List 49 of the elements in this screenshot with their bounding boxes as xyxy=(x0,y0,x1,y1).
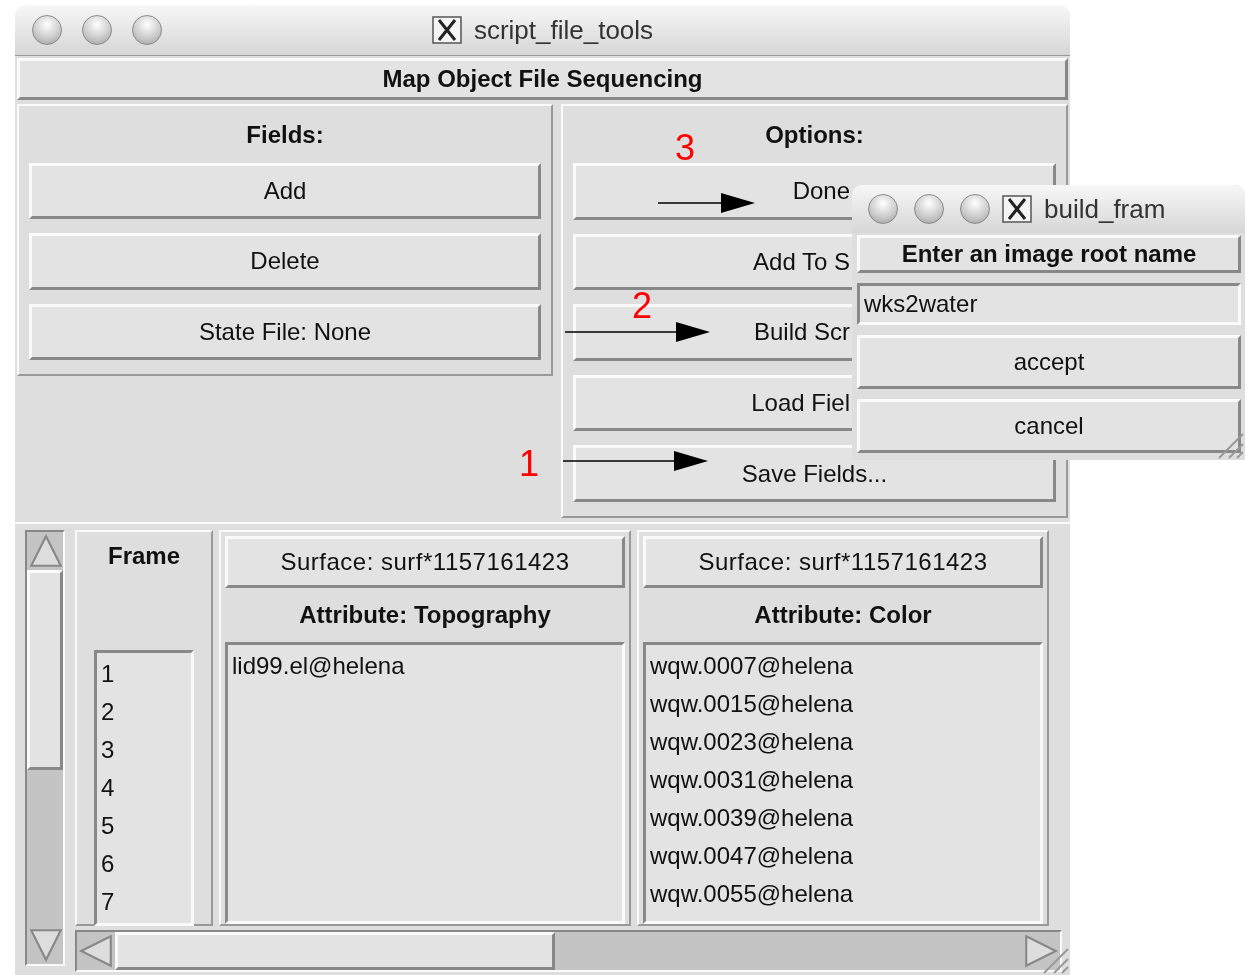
panel-title: Options: xyxy=(765,121,864,149)
surface-button[interactable]: Surface: surf*1157161423 xyxy=(225,536,625,588)
step-number: 1 xyxy=(519,450,540,479)
window-control-button[interactable] xyxy=(32,15,62,45)
x-app-icon xyxy=(1002,195,1032,223)
step-number: 3 xyxy=(675,134,696,163)
window-control-button[interactable] xyxy=(868,194,898,224)
window-title: script_file_tools xyxy=(473,14,654,46)
frame-number[interactable]: 1 xyxy=(101,655,187,693)
column-title: Frame xyxy=(107,542,180,570)
file-entry[interactable]: lid99.el@helena xyxy=(232,647,618,685)
frame-number[interactable]: 3 xyxy=(101,731,187,769)
scroll-thumb[interactable] xyxy=(115,932,555,970)
section-header: Map Object File Sequencing xyxy=(17,58,1068,100)
file-entry[interactable]: wqw.0055@helena xyxy=(650,875,1036,913)
frame-number[interactable]: 6 xyxy=(101,845,187,883)
window-control-button[interactable] xyxy=(82,15,112,45)
horizontal-scrollbar[interactable] xyxy=(75,930,1062,972)
attribute-title: Attribute: Topography xyxy=(298,600,552,630)
file-entry[interactable]: wqw.0031@helena xyxy=(650,761,1036,799)
left-arrow-icon[interactable] xyxy=(77,932,115,970)
dialog-button[interactable]: cancel xyxy=(857,399,1241,453)
window-control-button[interactable] xyxy=(132,15,162,45)
frame-number[interactable]: 4 xyxy=(101,769,187,807)
down-arrow-icon[interactable] xyxy=(27,926,65,964)
prompt-label: Enter an image root name xyxy=(857,235,1241,273)
window-control-button[interactable] xyxy=(914,194,944,224)
file-entry[interactable]: wqw.0007@helena xyxy=(650,647,1036,685)
file-entry[interactable]: wqw.0023@helena xyxy=(650,723,1036,761)
file-entry[interactable]: wqw.0039@helena xyxy=(650,799,1036,837)
vertical-scrollbar[interactable] xyxy=(25,530,65,966)
file-entry[interactable]: wqw.0047@helena xyxy=(650,837,1036,875)
up-arrow-icon[interactable] xyxy=(27,532,65,570)
x-app-icon xyxy=(431,16,462,44)
frame-number[interactable]: 2 xyxy=(101,693,187,731)
attribute-title: Attribute: Color xyxy=(753,600,933,630)
field-button[interactable]: Add xyxy=(29,163,541,220)
field-button[interactable]: State File: None xyxy=(29,303,541,360)
frame-number[interactable]: 5 xyxy=(101,807,187,845)
surface-button[interactable]: Surface: surf*1157161423 xyxy=(643,536,1043,588)
scroll-thumb[interactable] xyxy=(27,570,63,770)
frame-number[interactable]: 7 xyxy=(101,883,187,921)
field-button[interactable]: Delete xyxy=(29,233,541,290)
file-entry[interactable]: wqw.0015@helena xyxy=(650,685,1036,723)
window-control-button[interactable] xyxy=(960,194,990,224)
dialog-button[interactable]: accept xyxy=(857,335,1241,389)
right-arrow-icon[interactable] xyxy=(1022,932,1060,970)
input-field[interactable]: wks2water xyxy=(857,283,1241,325)
panel-title: Fields: xyxy=(246,121,324,149)
